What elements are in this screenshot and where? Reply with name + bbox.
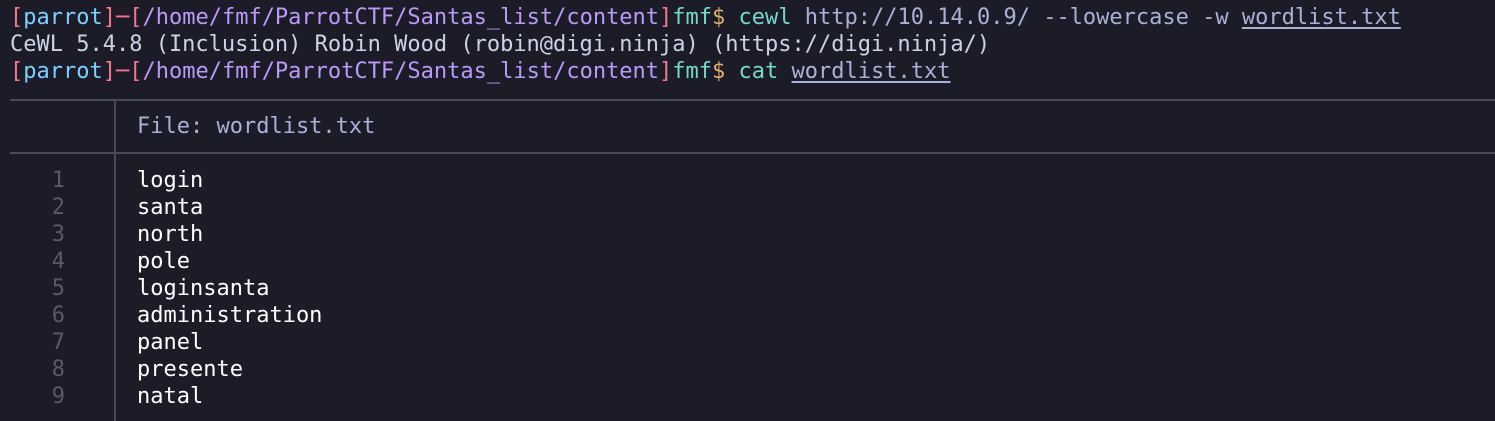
file-line: 2 santa <box>10 194 1495 221</box>
viewer-header-rule <box>10 152 1495 154</box>
prompt-open-bracket: [ <box>10 5 24 30</box>
viewer-top-rule <box>10 99 1495 101</box>
prompt-close-bracket: ] <box>659 59 673 84</box>
prompt-host: parrot <box>23 5 103 30</box>
prompt-user: fmf <box>672 5 713 30</box>
line-text: presente <box>137 357 243 382</box>
terminal-window[interactable]: [parrot]─[/home/fmf/ParrotCTF/Santas_lis… <box>0 0 1495 421</box>
line-number: 3 <box>51 222 65 247</box>
command-args: http://10.14.0.9/ --lowercase -w <box>804 5 1229 30</box>
line-number: 7 <box>51 330 65 355</box>
line-text: santa <box>137 195 204 220</box>
prompt-host: parrot <box>23 59 103 84</box>
cewl-banner-output: CeWL 5.4.8 (Inclusion) Robin Wood (robin… <box>10 32 991 57</box>
prompt-line-2[interactable]: [parrot]─[/home/fmf/ParrotCTF/Santas_lis… <box>10 58 1495 85</box>
line-number: 1 <box>51 168 65 193</box>
prompt-path: /home/fmf/ParrotCTF/Santas_list/content <box>142 5 660 30</box>
command-file-arg: wordlist.txt <box>1241 5 1401 30</box>
line-number: 2 <box>51 195 65 220</box>
line-number: 5 <box>51 276 65 301</box>
line-number: 8 <box>51 357 65 382</box>
line-number: 4 <box>51 249 65 274</box>
file-line: 3 north <box>10 221 1495 248</box>
line-number: 6 <box>51 303 65 328</box>
file-line: 5 loginsanta <box>10 275 1495 302</box>
line-text: panel <box>137 330 204 355</box>
prompt-line-1: [parrot]─[/home/fmf/ParrotCTF/Santas_lis… <box>10 4 1495 31</box>
command-file-arg: wordlist.txt <box>791 59 951 84</box>
file-line: 6 administration <box>10 302 1495 329</box>
file-line: 8 presente <box>10 356 1495 383</box>
line-text: login <box>137 168 204 193</box>
file-line: 9 natal <box>10 383 1495 410</box>
file-line: 7 panel <box>10 329 1495 356</box>
viewer-file-header: File: wordlist.txt <box>137 114 376 139</box>
prompt-user: fmf <box>672 59 713 84</box>
file-viewer: File: wordlist.txt 1 login 2 santa 3 nor… <box>10 99 1495 421</box>
line-text: north <box>137 222 204 247</box>
file-line: 1 login <box>10 167 1495 194</box>
file-line: 4 pole <box>10 248 1495 275</box>
prompt-open-bracket: [ <box>10 59 24 84</box>
viewer-lines: 1 login 2 santa 3 north 4 pole 5 loginsa… <box>10 167 1495 410</box>
line-text: natal <box>137 384 204 409</box>
command-name: cat <box>738 59 779 84</box>
prompt-close-bracket: ] <box>659 5 673 30</box>
prompt-dollar: $ <box>712 5 726 30</box>
line-text: loginsanta <box>137 276 270 301</box>
prompt-dollar: $ <box>712 59 726 84</box>
prompt-separator: ]─[ <box>102 5 143 30</box>
line-text: administration <box>137 303 323 328</box>
prompt-path: /home/fmf/ParrotCTF/Santas_list/content <box>142 59 660 84</box>
line-number: 9 <box>51 384 65 409</box>
line-text: pole <box>137 249 190 274</box>
prompt-separator: ]─[ <box>102 59 143 84</box>
command-name: cewl <box>738 5 792 30</box>
